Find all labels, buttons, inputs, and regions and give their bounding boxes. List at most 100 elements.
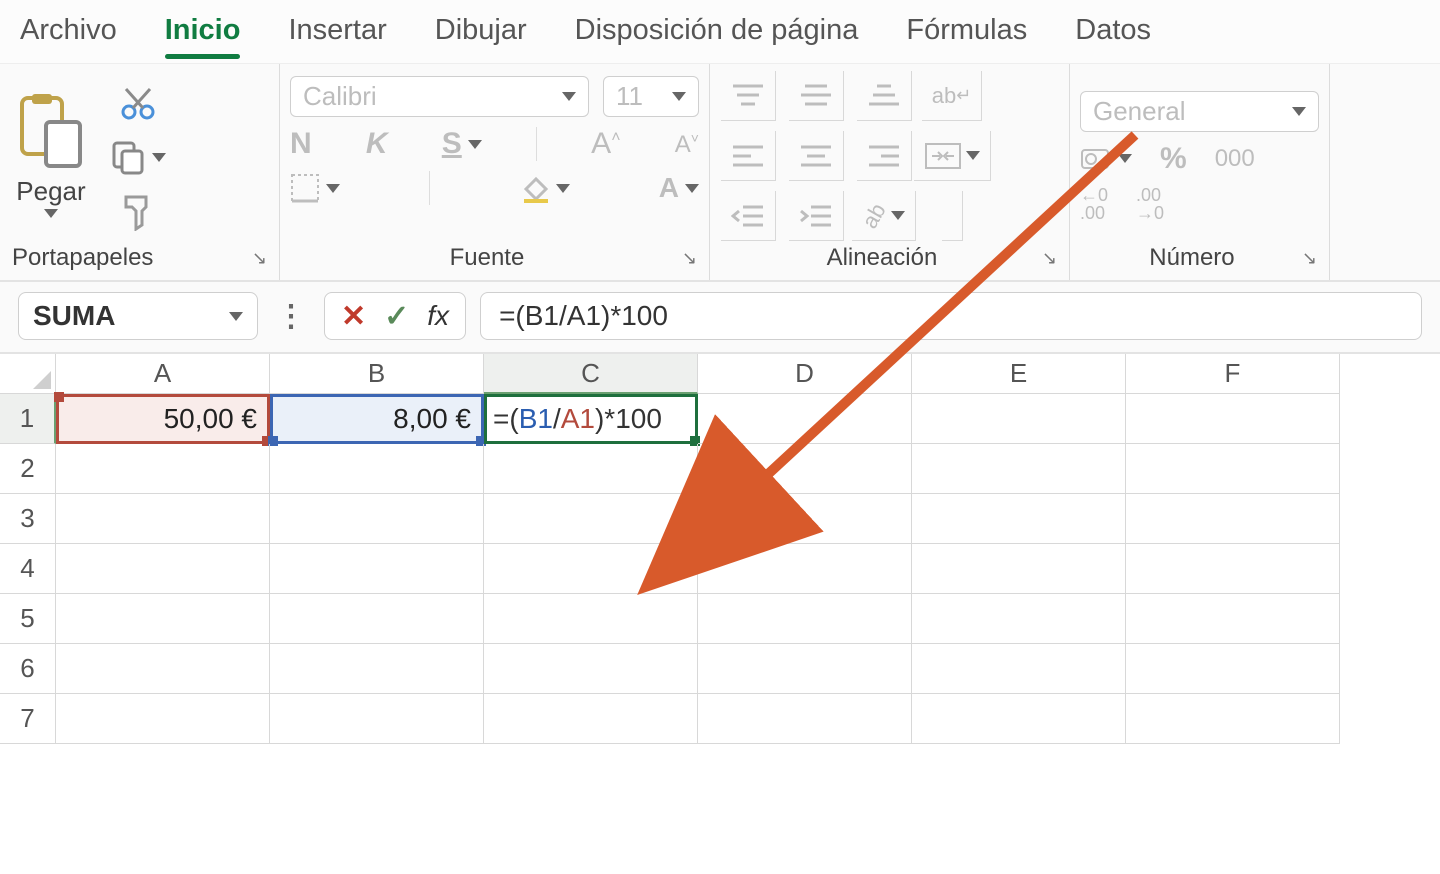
tab-insertar[interactable]: Insertar — [288, 12, 386, 55]
paste-button[interactable] — [16, 94, 86, 174]
chevron-down-icon[interactable] — [44, 209, 58, 218]
align-left-button[interactable] — [721, 131, 776, 181]
cell-f3[interactable] — [1126, 494, 1340, 544]
cell-e1[interactable] — [912, 394, 1126, 444]
cancel-formula-button[interactable]: ✕ — [341, 299, 366, 334]
cell-f7[interactable] — [1126, 694, 1340, 744]
cell-a5[interactable] — [56, 594, 270, 644]
comma-format-button[interactable]: 000 — [1215, 145, 1255, 173]
cell-e3[interactable] — [912, 494, 1126, 544]
format-painter-button[interactable] — [120, 193, 156, 231]
percent-format-button[interactable]: % — [1160, 142, 1187, 176]
select-all-corner[interactable] — [0, 354, 56, 394]
cell-d6[interactable] — [698, 644, 912, 694]
dialog-launcher-icon[interactable]: ↘ — [252, 248, 267, 269]
chevron-down-icon[interactable] — [556, 184, 570, 193]
insert-function-button[interactable]: fx — [427, 300, 449, 332]
decrease-decimal-button[interactable]: ←0.00 — [1080, 186, 1108, 222]
formula-input[interactable]: =(B1/A1)*100 — [480, 292, 1422, 340]
align-center-button[interactable] — [789, 131, 844, 181]
accounting-format-button[interactable] — [1080, 146, 1132, 172]
cut-button[interactable] — [120, 85, 156, 121]
wrap-text-button[interactable]: ab↵ — [922, 71, 983, 121]
row-header-4[interactable]: 4 — [0, 544, 56, 594]
font-name-select[interactable]: Calibri — [290, 76, 589, 117]
orientation-button[interactable]: ab — [852, 191, 915, 241]
cell-d5[interactable] — [698, 594, 912, 644]
dialog-launcher-icon[interactable]: ↘ — [1302, 248, 1317, 269]
name-box[interactable]: SUMA — [18, 292, 258, 340]
col-header-f[interactable]: F — [1126, 354, 1340, 394]
chevron-down-icon[interactable] — [966, 151, 980, 160]
chevron-down-icon[interactable] — [1118, 154, 1132, 163]
enter-formula-button[interactable]: ✓ — [384, 299, 409, 334]
tab-archivo[interactable]: Archivo — [20, 12, 117, 55]
cell-a2[interactable] — [56, 444, 270, 494]
grow-font-button[interactable]: A˄ — [591, 127, 620, 161]
cell-a1[interactable]: 50,00 € — [56, 394, 270, 444]
cell-a6[interactable] — [56, 644, 270, 694]
cell-d3[interactable] — [698, 494, 912, 544]
shrink-font-button[interactable]: A˅ — [675, 130, 699, 159]
row-header-2[interactable]: 2 — [0, 444, 56, 494]
align-middle-button[interactable] — [789, 71, 844, 121]
increase-indent-button[interactable] — [789, 191, 844, 241]
col-header-c[interactable]: C — [484, 354, 698, 394]
align-right-button[interactable] — [857, 131, 912, 181]
cell-e5[interactable] — [912, 594, 1126, 644]
cell-e7[interactable] — [912, 694, 1126, 744]
copy-button[interactable] — [110, 139, 146, 175]
cell-a3[interactable] — [56, 494, 270, 544]
cell-c3[interactable] — [484, 494, 698, 544]
dialog-launcher-icon[interactable]: ↘ — [682, 248, 697, 269]
cell-b3[interactable] — [270, 494, 484, 544]
cell-d1[interactable] — [698, 394, 912, 444]
borders-button[interactable] — [290, 173, 340, 203]
cell-b2[interactable] — [270, 444, 484, 494]
spreadsheet-grid[interactable]: A B C D E F 1 50,00 € 8,00 € =(B1/A1)*10… — [0, 354, 1440, 744]
row-header-7[interactable]: 7 — [0, 694, 56, 744]
font-size-select[interactable]: 11 — [603, 76, 699, 117]
cell-a4[interactable] — [56, 544, 270, 594]
increase-decimal-button[interactable]: .00→0 — [1136, 186, 1164, 222]
row-header-1[interactable]: 1 — [0, 394, 56, 444]
cell-f5[interactable] — [1126, 594, 1340, 644]
align-top-button[interactable] — [721, 71, 776, 121]
decrease-indent-button[interactable] — [721, 191, 776, 241]
cell-d2[interactable] — [698, 444, 912, 494]
align-bottom-button[interactable] — [857, 71, 912, 121]
cell-c5[interactable] — [484, 594, 698, 644]
cell-a7[interactable] — [56, 694, 270, 744]
cell-c6[interactable] — [484, 644, 698, 694]
tab-formulas[interactable]: Fórmulas — [906, 12, 1027, 55]
cell-d7[interactable] — [698, 694, 912, 744]
cell-b4[interactable] — [270, 544, 484, 594]
row-header-6[interactable]: 6 — [0, 644, 56, 694]
tab-disposicion[interactable]: Disposición de página — [575, 12, 859, 55]
cell-d4[interactable] — [698, 544, 912, 594]
col-header-a[interactable]: A — [56, 354, 270, 394]
merge-cells-button[interactable] — [914, 131, 991, 181]
chevron-down-icon[interactable] — [891, 211, 905, 220]
cell-e4[interactable] — [912, 544, 1126, 594]
cell-c4[interactable] — [484, 544, 698, 594]
tab-inicio[interactable]: Inicio — [165, 12, 241, 55]
cell-f1[interactable] — [1126, 394, 1340, 444]
cell-f4[interactable] — [1126, 544, 1340, 594]
col-header-d[interactable]: D — [698, 354, 912, 394]
chevron-down-icon[interactable] — [468, 140, 482, 149]
row-header-5[interactable]: 5 — [0, 594, 56, 644]
fill-color-button[interactable] — [520, 173, 570, 203]
chevron-down-icon[interactable] — [152, 153, 166, 162]
font-color-button[interactable]: A — [659, 172, 699, 204]
cell-c1[interactable]: =(B1/A1)*100 — [484, 394, 698, 444]
cell-c7[interactable] — [484, 694, 698, 744]
cell-b5[interactable] — [270, 594, 484, 644]
tab-datos[interactable]: Datos — [1075, 12, 1151, 55]
cell-f2[interactable] — [1126, 444, 1340, 494]
chevron-down-icon[interactable] — [326, 184, 340, 193]
cell-c2[interactable] — [484, 444, 698, 494]
cell-e6[interactable] — [912, 644, 1126, 694]
dialog-launcher-icon[interactable]: ↘ — [1042, 248, 1057, 269]
cell-e2[interactable] — [912, 444, 1126, 494]
